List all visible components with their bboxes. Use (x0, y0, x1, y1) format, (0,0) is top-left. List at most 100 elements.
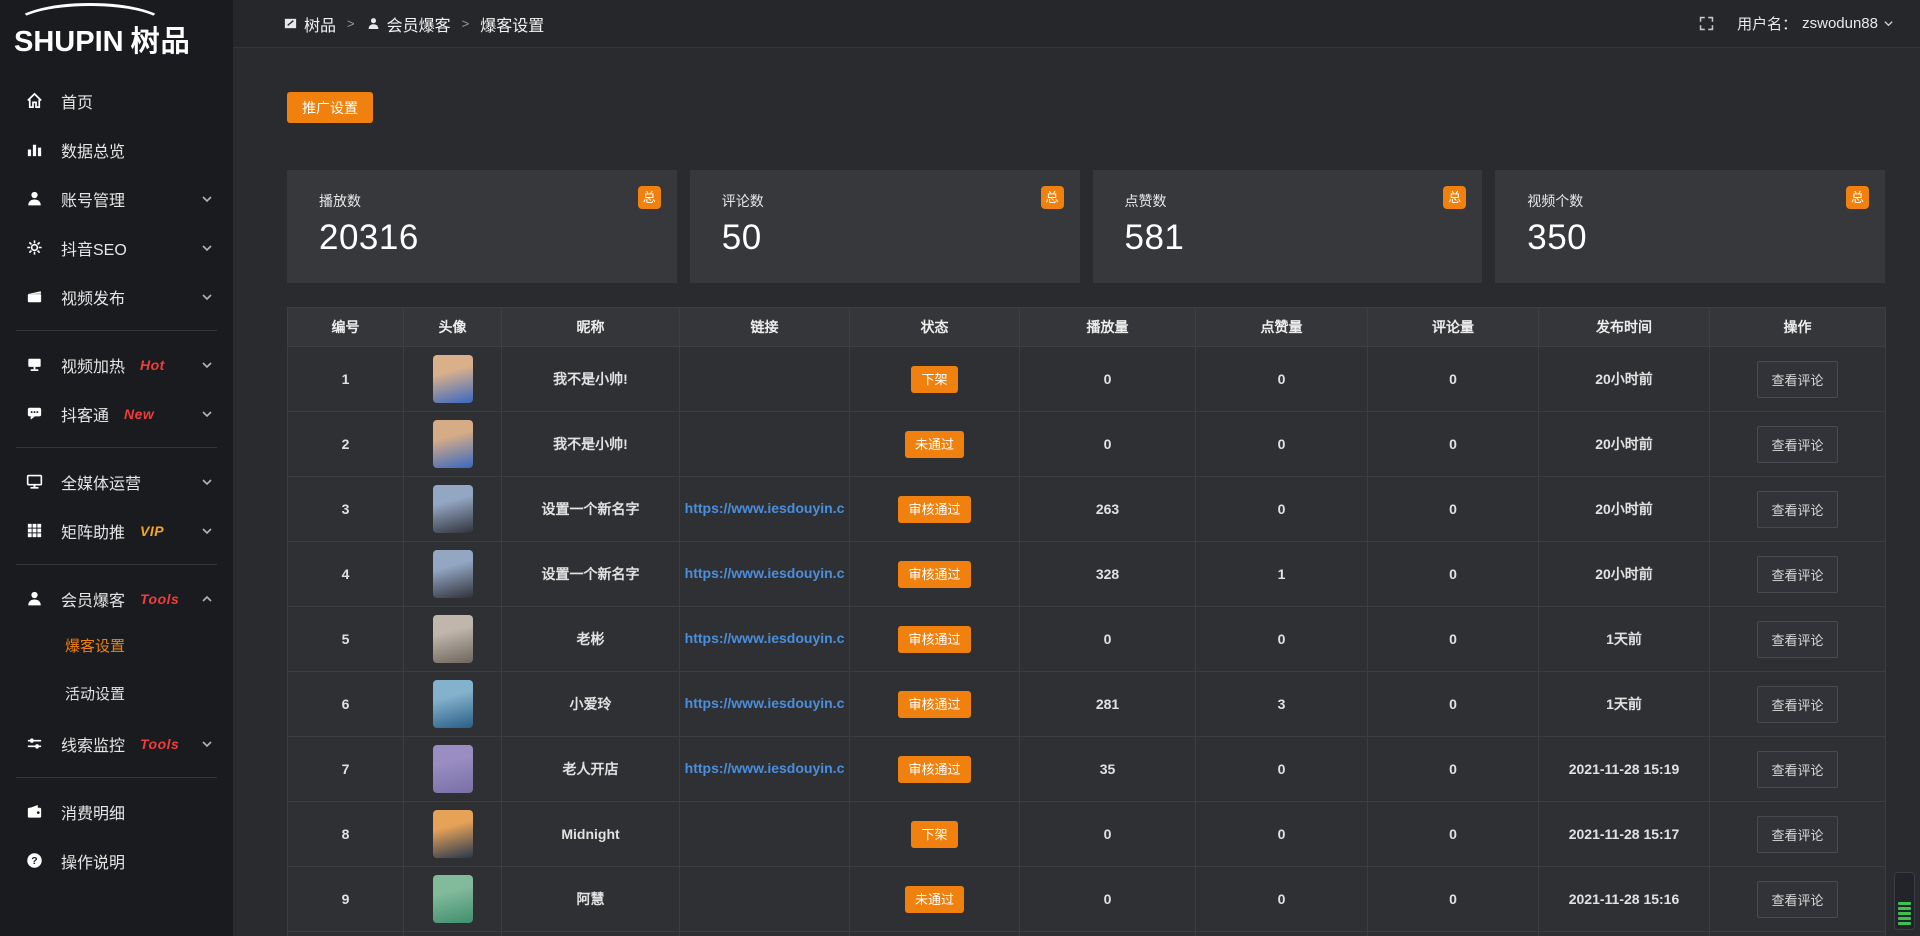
row-id: 6 (288, 672, 404, 737)
row-plays: 0 (1020, 412, 1196, 477)
sidebar-nav: 首页 数据总览 账号管理 抖音SEO 视频发布 (0, 76, 233, 885)
sidebar-item-video-heat[interactable]: 视频加热 Hot (0, 340, 233, 389)
sidebar-item-instructions[interactable]: ? 操作说明 (0, 836, 233, 885)
col-comments: 评论量 (1368, 308, 1539, 347)
status-badge: 审核通过 (898, 561, 970, 588)
sidebar-item-account-management[interactable]: 账号管理 (0, 174, 233, 223)
sidebar-item-all-media[interactable]: 全媒体运营 (0, 457, 233, 506)
table-row: 7 老人开店 https://www.iesdouyin.c 审核通过 35 0… (288, 737, 1886, 802)
fullscreen-icon[interactable] (1698, 15, 1715, 32)
row-time: 20小时前 (1539, 542, 1710, 607)
row-comments: 0 (1368, 867, 1539, 932)
row-plays: 0 (1020, 347, 1196, 412)
row-link[interactable]: https://www.iesdouyin.c (685, 500, 845, 516)
status-badge: 下架 (911, 366, 957, 393)
row-likes: 0 (1196, 802, 1368, 867)
row-id: 7 (288, 737, 404, 802)
breadcrumb-item-member-baoke[interactable]: 会员爆客 (366, 12, 451, 36)
avatar (433, 810, 473, 858)
sidebar-item-matrix-boost[interactable]: 矩阵助推 VIP (0, 506, 233, 555)
avatar (433, 745, 473, 793)
activity-bar (1898, 912, 1911, 915)
sidebar-item-label: 抖客通 (61, 402, 109, 426)
brand-logo: SHUPIN树品 (0, 0, 233, 64)
row-nickname: 老彬 (502, 607, 680, 672)
view-comments-button[interactable]: 查看评论 (1757, 426, 1837, 463)
view-comments-button[interactable]: 查看评论 (1757, 816, 1837, 853)
row-link[interactable]: https://www.iesdouyin.c (685, 695, 845, 711)
activity-bar (1898, 907, 1911, 910)
table-row: 8 Midnight 下架 0 0 0 2021-11-28 15:17 查看评… (288, 802, 1886, 867)
sidebar-item-label: 操作说明 (61, 849, 125, 873)
stat-card-videos: 视频个数 350 总 (1495, 170, 1885, 283)
avatar (433, 355, 473, 403)
row-likes: 0 (1196, 737, 1368, 802)
activity-bar (1898, 902, 1911, 905)
user-menu[interactable]: 用户名：zswodun88 (1737, 13, 1894, 34)
avatar (433, 420, 473, 468)
view-comments-button[interactable]: 查看评论 (1757, 881, 1837, 918)
monitor-icon (24, 472, 44, 492)
row-id (288, 932, 404, 936)
sidebar-subitem-baoke-settings[interactable]: 爆客设置 (0, 623, 233, 671)
sidebar-item-douketong[interactable]: 抖客通 New (0, 389, 233, 438)
breadcrumb-item-shupin[interactable]: 树品 (283, 12, 336, 36)
table-row: 2 我不是小帅! 未通过 0 0 0 20小时前 查看评论 (288, 412, 1886, 477)
view-comments-button[interactable]: 查看评论 (1757, 361, 1837, 398)
total-badge: 总 (1041, 186, 1064, 209)
status-badge: 审核通过 (898, 496, 970, 523)
sidebar-subitem-activity-settings[interactable]: 活动设置 (0, 671, 233, 719)
total-badge: 总 (1443, 186, 1466, 209)
view-comments-button[interactable]: 查看评论 (1757, 751, 1837, 788)
sidebar-item-data-overview[interactable]: 数据总览 (0, 125, 233, 174)
hot-badge: Hot (140, 357, 165, 373)
grid-icon (24, 521, 44, 541)
row-plays: 0 (1020, 802, 1196, 867)
stat-card-comments: 评论数 50 总 (690, 170, 1080, 283)
sidebar-item-member-baoke[interactable]: 会员爆客 Tools (0, 574, 233, 623)
table-row: 9 阿慧 未通过 0 0 0 2021-11-28 15:16 查看评论 (288, 867, 1886, 932)
view-comments-button[interactable]: 查看评论 (1757, 491, 1837, 528)
sidebar-item-home[interactable]: 首页 (0, 76, 233, 125)
nav-divider (16, 777, 217, 778)
total-badge: 总 (638, 186, 661, 209)
row-nickname: Midnight (502, 802, 680, 867)
logo-arc-decoration (14, 3, 166, 47)
sidebar-item-douyin-seo[interactable]: 抖音SEO (0, 223, 233, 272)
sidebar-item-video-publish[interactable]: 视频发布 (0, 272, 233, 321)
row-link[interactable]: https://www.iesdouyin.c (685, 760, 845, 776)
row-nickname: 我不是小帅! (502, 412, 680, 477)
table-row-partial (288, 932, 1886, 936)
chevron-down-icon (201, 476, 213, 488)
sidebar-item-label: 视频加热 (61, 353, 125, 377)
status-badge: 审核通过 (898, 756, 970, 783)
sidebar-item-label: 线索监控 (61, 732, 125, 756)
stat-cards: 播放数 20316 总 评论数 50 总 点赞数 581 总 视频个数 350 … (287, 170, 1885, 283)
main-content: 推广设置 播放数 20316 总 评论数 50 总 点赞数 581 总 视频个数… (287, 48, 1885, 936)
row-link[interactable]: https://www.iesdouyin.c (685, 630, 845, 646)
row-time: 2021-11-28 15:19 (1539, 737, 1710, 802)
row-link[interactable]: https://www.iesdouyin.c (685, 565, 845, 581)
page-title: 爆客设置 (480, 12, 544, 36)
view-comments-button[interactable]: 查看评论 (1757, 556, 1837, 593)
home-icon (24, 91, 44, 111)
topbar-right: 用户名：zswodun88 (1698, 13, 1894, 34)
chevron-down-icon (201, 738, 213, 750)
view-comments-button[interactable]: 查看评论 (1757, 621, 1837, 658)
user-icon (24, 189, 44, 209)
row-time: 1天前 (1539, 607, 1710, 672)
sidebar-item-label: 消费明细 (61, 800, 125, 824)
view-comments-button[interactable]: 查看评论 (1757, 686, 1837, 723)
chat-icon (24, 404, 44, 424)
row-nickname: 老人开店 (502, 737, 680, 802)
promotion-settings-button[interactable]: 推广设置 (287, 92, 373, 123)
row-plays: 281 (1020, 672, 1196, 737)
col-actions: 操作 (1710, 308, 1886, 347)
activity-bar (1898, 917, 1911, 920)
row-plays (1020, 932, 1196, 936)
sidebar-item-lead-monitor[interactable]: 线索监控 Tools (0, 719, 233, 768)
row-comments: 0 (1368, 607, 1539, 672)
row-comments: 0 (1368, 672, 1539, 737)
sidebar-item-consumption-detail[interactable]: 消费明细 (0, 787, 233, 836)
activity-bar (1898, 922, 1911, 925)
